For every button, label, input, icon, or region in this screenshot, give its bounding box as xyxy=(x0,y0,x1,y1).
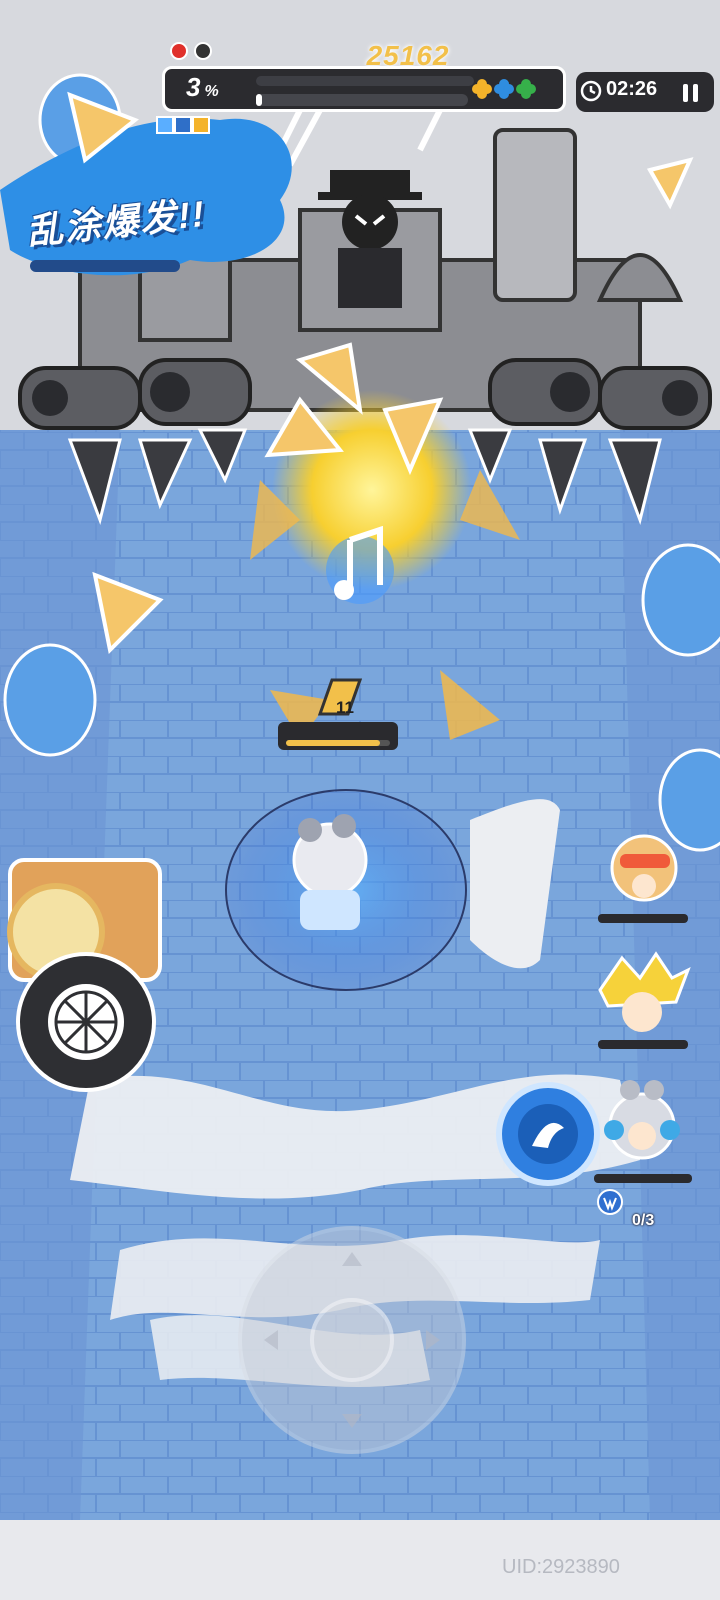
progress-track xyxy=(256,94,468,106)
clock-icon xyxy=(580,80,602,102)
event-banner-bar xyxy=(30,260,180,272)
team-clover-icons xyxy=(472,79,536,99)
game-scene: 25162 3% 02:26 乱涂爆发!! 11 0/3 UID:2923890 xyxy=(0,0,720,1600)
skill-button[interactable] xyxy=(496,1082,600,1186)
pause-icon xyxy=(683,84,688,102)
life-indicator xyxy=(170,42,188,60)
skill-charges: 0/3 xyxy=(632,1212,655,1229)
team-clover-icon xyxy=(516,84,526,94)
ally-blonde-sunglasses-avatar xyxy=(610,834,678,902)
ally-hp-bar xyxy=(594,1174,692,1183)
user-id: UID:2923890 xyxy=(502,1556,620,1578)
team-block-icon xyxy=(156,116,174,134)
skill-charge-icon xyxy=(597,1189,623,1215)
player-level: 11 xyxy=(336,698,354,717)
ally-hp-bar xyxy=(598,914,688,923)
team-block-icon xyxy=(192,116,210,134)
joystick-arrows-icon xyxy=(264,1252,440,1428)
player-hp-fill xyxy=(286,740,380,746)
wing-skill-icon xyxy=(518,1104,578,1164)
ally-portrait xyxy=(592,1074,692,1174)
ally-portrait xyxy=(592,950,692,1040)
match-timer: 02:26 xyxy=(606,78,658,100)
movement-joystick[interactable] xyxy=(240,1228,464,1452)
team-clover-icon xyxy=(472,84,482,94)
ally-portrait xyxy=(600,826,690,912)
ally-silver-headphones-avatar xyxy=(604,1080,680,1160)
life-indicator xyxy=(194,42,212,60)
progress-unit: % xyxy=(204,83,219,100)
pause-button[interactable] xyxy=(676,78,706,108)
progress-top-track xyxy=(256,76,474,86)
team-block-icon xyxy=(174,116,192,134)
team-clover-icon xyxy=(494,84,504,94)
progress-percent: 3% xyxy=(186,72,219,103)
item-wheel-button[interactable] xyxy=(16,952,156,1092)
progress-percent-value: 3 xyxy=(186,72,201,102)
progress-fill xyxy=(256,94,263,106)
ally-yellow-spiky-avatar xyxy=(598,951,691,1032)
ally-hp-bar xyxy=(598,1040,688,1049)
pizza-wheel-icon xyxy=(44,980,128,1064)
